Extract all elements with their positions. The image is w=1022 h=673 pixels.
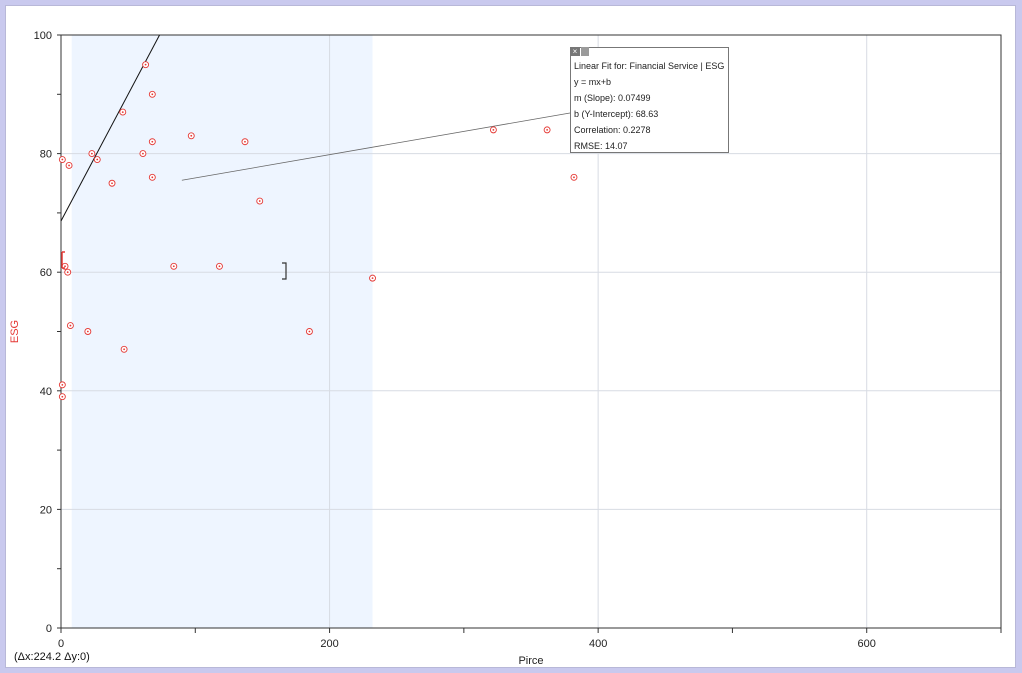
x-tick-label: 200 <box>320 638 338 650</box>
data-point-center <box>151 176 154 179</box>
y-tick-label: 60 <box>40 267 52 279</box>
data-point-center <box>371 277 374 280</box>
data-point-center <box>66 271 69 274</box>
data-point-center <box>244 140 246 143</box>
data-point-center <box>86 330 89 333</box>
data-point-center <box>573 176 575 179</box>
data-point-center <box>308 330 311 333</box>
data-point-center <box>61 395 64 398</box>
x-tick-label: 400 <box>589 638 607 650</box>
fit-title: Linear Fit for: Financial Service | ESG <box>574 61 725 71</box>
delta-readout: (Δx:224.2 Δy:0) <box>14 651 90 663</box>
x-tick-label: 0 <box>58 638 64 650</box>
selection-region[interactable] <box>71 35 373 628</box>
fit-slope: m (Slope): 0.07499 <box>574 93 651 103</box>
data-point-center <box>111 182 113 185</box>
data-point-center <box>69 324 72 327</box>
data-point-center <box>121 111 124 113</box>
data-point-center <box>144 63 147 66</box>
scatter-plot[interactable]: 0 200 400 600 0 20 40 60 80 100 Pirce ESG <box>0 0 1022 673</box>
x-axis-title: Pirce <box>518 655 543 667</box>
fit-correlation: Correlation: 0.2278 <box>574 125 651 135</box>
data-point-center <box>90 152 93 155</box>
y-tick-label: 0 <box>46 623 52 635</box>
data-point-center <box>61 383 64 386</box>
data-point-center <box>492 128 495 131</box>
data-point-center <box>151 140 154 143</box>
fit-intercept: b (Y-Intercept): 68.63 <box>574 109 659 119</box>
y-tick-label: 20 <box>40 504 52 516</box>
data-point-center <box>61 158 64 161</box>
data-point-center <box>190 134 193 137</box>
data-point-center <box>64 265 66 268</box>
y-tick-label: 100 <box>34 30 52 42</box>
data-point-center <box>142 152 144 155</box>
x-tick-label: 600 <box>858 638 876 650</box>
data-point-center <box>258 200 261 202</box>
data-point-center <box>218 265 221 268</box>
data-point-center <box>123 348 126 351</box>
data-point-center <box>546 128 549 131</box>
data-point-center <box>96 158 99 161</box>
data-point-center <box>172 265 175 268</box>
y-tick-label: 40 <box>40 386 52 398</box>
fit-rmse: RMSE: 14.07 <box>574 141 628 151</box>
fit-equation: y = mx+b <box>574 77 612 87</box>
data-point-center <box>68 164 70 167</box>
y-axis-title: ESG <box>9 320 21 343</box>
data-point-center <box>151 93 154 96</box>
linear-fit-annotation[interactable]: Linear Fit for: Financial Service | ESG … <box>570 47 729 153</box>
y-tick-label: 80 <box>40 149 52 161</box>
pin-icon[interactable] <box>581 47 589 56</box>
close-icon[interactable]: × <box>570 47 580 56</box>
